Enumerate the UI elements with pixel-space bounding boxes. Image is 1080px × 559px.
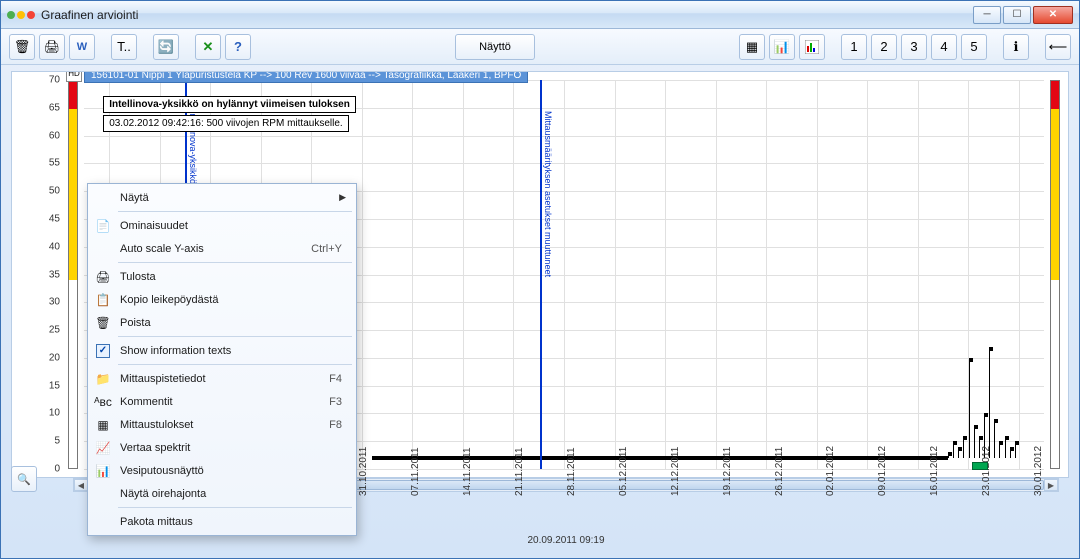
- menu-item-kopio-leikep-yd-st-[interactable]: 📋Kopio leikepöydästä: [90, 288, 354, 311]
- marker-line: [540, 80, 542, 469]
- context-menu: Näytä▶ 📄OminaisuudetAuto scale Y-axisCtrl…: [87, 183, 357, 536]
- x-tick: 21.11.2011: [514, 447, 525, 496]
- menu-item-vertaa-spektrit[interactable]: 📈Vertaa spektrit: [90, 436, 354, 459]
- menu-item-tulosta[interactable]: 🖨Tulosta: [90, 265, 354, 288]
- info-button[interactable]: ℹ: [1003, 34, 1029, 60]
- layout-2-button[interactable]: 2: [871, 34, 897, 60]
- trash-button[interactable]: 🗑: [9, 34, 35, 60]
- x-tick: 30.01.2012: [1033, 446, 1044, 496]
- y-tick: 5: [54, 436, 60, 447]
- y-tick: 50: [49, 186, 60, 197]
- scroll-left-arrow[interactable]: ◀: [74, 479, 88, 491]
- x-tick: 16.01.2012: [929, 446, 940, 496]
- cancel-button[interactable]: ✕: [195, 34, 221, 60]
- y-tick: 65: [49, 102, 60, 113]
- menu-item-kommentit[interactable]: ᴬʙᴄKommentitF3: [90, 390, 354, 413]
- status-dots: [7, 11, 35, 19]
- x-tick: 02.01.2012: [825, 446, 836, 496]
- marker-text: Mittausmäärityksen asetukset muuttuneet: [543, 111, 553, 277]
- x-axis-center-label: 20.09.2011 09:19: [527, 535, 604, 546]
- x-tick: 09.01.2012: [877, 446, 888, 496]
- menu-item-ominaisuudet[interactable]: 📄Ominaisuudet: [90, 214, 354, 237]
- gauge-left: [68, 80, 78, 469]
- menu-item-auto-scale-y-axis[interactable]: Auto scale Y-axisCtrl+Y: [90, 237, 354, 260]
- toolbar: 🗑 🖨 W T.. 🔄 ✕ ? Näyttö ▦ 📊 1 2 3 4 5 ℹ ⟵: [1, 29, 1079, 65]
- menu-item-show-information-texts[interactable]: ✓Show information texts: [90, 339, 354, 362]
- gauge-right: [1050, 80, 1060, 469]
- y-tick: 0: [54, 464, 60, 475]
- display-button[interactable]: Näyttö: [455, 34, 535, 60]
- titlebar: Graafinen arviointi ─ ☐ ✕: [1, 1, 1079, 29]
- minimize-button[interactable]: ─: [973, 6, 1001, 24]
- menu-item-n-yt-oirehajonta[interactable]: Näytä oirehajonta: [90, 482, 354, 505]
- y-tick: 45: [49, 213, 60, 224]
- layout-4-button[interactable]: 4: [931, 34, 957, 60]
- help-button[interactable]: ?: [225, 34, 251, 60]
- chart-type-button[interactable]: 📊: [769, 34, 795, 60]
- print-button[interactable]: 🖨: [39, 34, 65, 60]
- grid-toggle-button[interactable]: ▦: [739, 34, 765, 60]
- app-window: Graafinen arviointi ─ ☐ ✕ 🗑 🖨 W T.. 🔄 ✕ …: [0, 0, 1080, 559]
- x-tick: 12.12.2011: [670, 447, 681, 496]
- y-tick: 30: [49, 297, 60, 308]
- content-area: HD156101-01 Nippi 1 Yläpuristustela KP -…: [1, 65, 1079, 558]
- chart-title-badge: 156101-01 Nippi 1 Yläpuristustela KP -->…: [84, 71, 528, 83]
- current-position-handle[interactable]: [972, 462, 988, 470]
- word-export-button[interactable]: W: [69, 34, 95, 60]
- hd-badge: HD: [66, 71, 82, 82]
- close-button[interactable]: ✕: [1033, 6, 1073, 24]
- back-button[interactable]: ⟵: [1045, 34, 1071, 60]
- layout-1-button[interactable]: 1: [841, 34, 867, 60]
- window-title: Graafinen arviointi: [41, 8, 973, 22]
- y-tick: 35: [49, 269, 60, 280]
- menu-item-vesiputousn-ytt-[interactable]: 📊Vesiputousnäyttö: [90, 459, 354, 482]
- refresh-button[interactable]: 🔄: [153, 34, 179, 60]
- x-tick: 05.12.2011: [618, 447, 629, 496]
- menu-item-pakota-mittaus[interactable]: Pakota mittaus: [90, 510, 354, 533]
- info-callout: Intellinova-yksikkö on hylännyt viimeise…: [103, 96, 356, 113]
- menu-item-poista[interactable]: 🗑Poista: [90, 311, 354, 334]
- x-tick: 19.12.2011: [722, 447, 733, 496]
- x-tick: 23.01.2012: [981, 446, 992, 496]
- dot-green-icon: [7, 11, 15, 19]
- y-tick: 55: [49, 158, 60, 169]
- x-tick: 07.11.2011: [410, 447, 421, 496]
- info-callout: 03.02.2012 09:42:16: 500 viivojen RPM mi…: [103, 115, 348, 132]
- menu-item-mittaustulokset[interactable]: ▦MittaustuloksetF8: [90, 413, 354, 436]
- y-tick: 40: [49, 241, 60, 252]
- zoom-button[interactable]: 🔍: [11, 466, 37, 492]
- x-tick: 31.10.2011: [358, 447, 369, 496]
- menu-item-n-yt-[interactable]: Näytä▶: [90, 186, 354, 209]
- x-tick: 14.11.2011: [462, 447, 473, 496]
- maximize-button[interactable]: ☐: [1003, 6, 1031, 24]
- x-tick: 26.12.2011: [774, 447, 785, 496]
- y-tick: 15: [49, 380, 60, 391]
- y-tick: 20: [49, 352, 60, 363]
- menu-item-mittauspistetiedot[interactable]: 📁MittauspistetiedotF4: [90, 367, 354, 390]
- dot-red-icon: [27, 11, 35, 19]
- y-tick: 10: [49, 408, 60, 419]
- color-chart-button[interactable]: [799, 34, 825, 60]
- layout-5-button[interactable]: 5: [961, 34, 987, 60]
- scroll-right-arrow[interactable]: ▶: [1044, 479, 1058, 491]
- y-tick: 70: [49, 75, 60, 86]
- y-tick: 25: [49, 325, 60, 336]
- dot-yellow-icon: [17, 11, 25, 19]
- x-tick: 28.11.2011: [566, 447, 577, 496]
- y-tick: 60: [49, 130, 60, 141]
- text-tool-button[interactable]: T..: [111, 34, 137, 60]
- layout-3-button[interactable]: 3: [901, 34, 927, 60]
